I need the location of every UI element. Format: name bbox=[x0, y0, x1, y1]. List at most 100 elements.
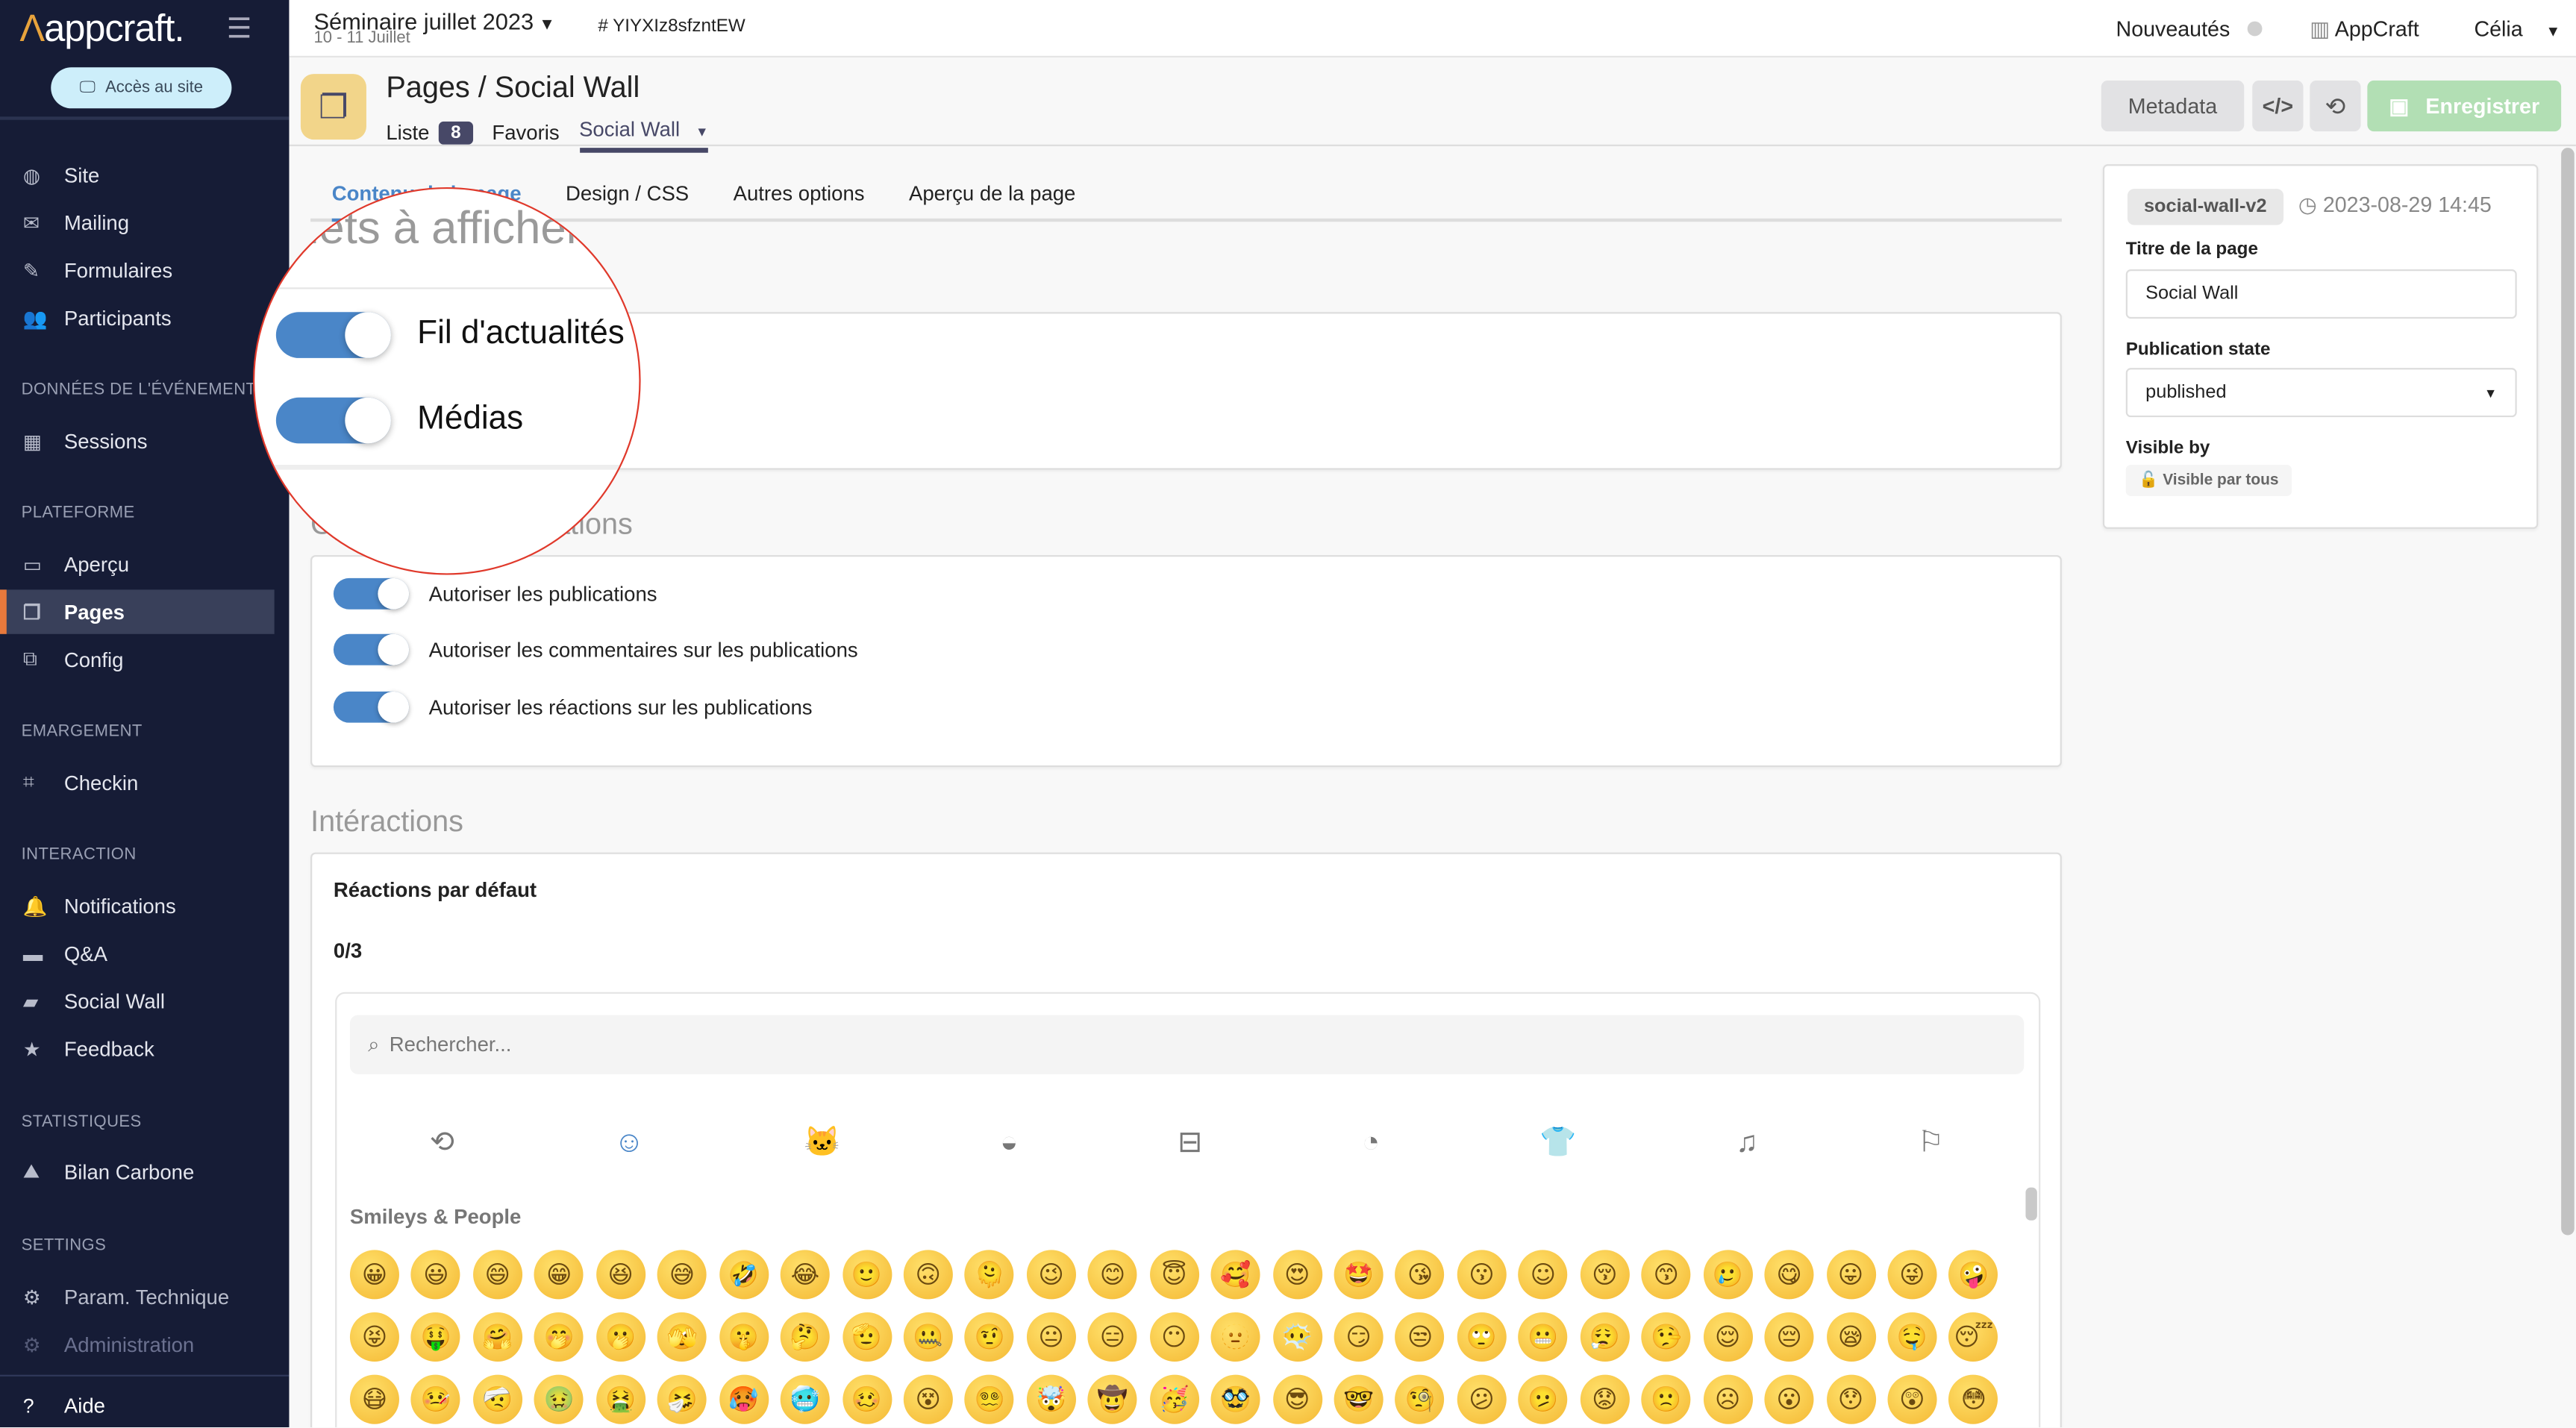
emoji-option[interactable]: 🤒 bbox=[411, 1374, 461, 1424]
emoji-option[interactable]: 😉 bbox=[1026, 1250, 1076, 1300]
emoji-option[interactable]: 🫠 bbox=[965, 1250, 1015, 1300]
page-scrollbar[interactable] bbox=[2561, 148, 2575, 1236]
emoji-option[interactable]: 😶‍🌫️ bbox=[1272, 1312, 1322, 1362]
emoji-option[interactable]: 😀 bbox=[349, 1250, 399, 1300]
emoji-option[interactable]: 😶 bbox=[1149, 1312, 1199, 1362]
emoji-option[interactable]: 😵‍💫 bbox=[965, 1374, 1015, 1424]
emoji-option[interactable]: 😝 bbox=[349, 1312, 399, 1362]
sidebar-item-sessions[interactable]: ▦ Sessions bbox=[0, 419, 275, 463]
sidebar-item-formulaires[interactable]: ✎ Formulaires bbox=[0, 248, 275, 292]
emoji-option[interactable]: 😅 bbox=[657, 1250, 707, 1300]
emoji-option[interactable]: 🤐 bbox=[903, 1312, 953, 1362]
emoji-option[interactable]: 😬 bbox=[1518, 1312, 1568, 1362]
emoji-option[interactable]: 😮‍💨 bbox=[1580, 1312, 1630, 1362]
emoji-option[interactable]: 😇 bbox=[1149, 1250, 1199, 1300]
sidebar-item-mailing[interactable]: ✉ Mailing bbox=[0, 201, 275, 245]
metadata-button[interactable]: Metadata bbox=[2101, 80, 2245, 132]
emoji-option[interactable]: 🫢 bbox=[595, 1312, 645, 1362]
emoji-option[interactable]: 🙁 bbox=[1641, 1374, 1691, 1424]
emoji-option[interactable]: 😪 bbox=[1825, 1312, 1876, 1362]
emoji-option[interactable]: 😌 bbox=[1703, 1312, 1753, 1362]
emoji-option[interactable]: 🤓 bbox=[1334, 1374, 1384, 1424]
emoji-option[interactable]: 😃 bbox=[411, 1250, 461, 1300]
emoji-option[interactable]: 🤨 bbox=[965, 1312, 1015, 1362]
emoji-option[interactable]: 😐 bbox=[1026, 1312, 1076, 1362]
emoji-option[interactable]: 🙂 bbox=[842, 1250, 892, 1300]
sidebar-item-bilan-carbone[interactable]: ⛰ Bilan Carbone bbox=[0, 1150, 275, 1194]
toggle-allow-comments[interactable] bbox=[333, 633, 410, 666]
emoji-option[interactable]: 🙃 bbox=[903, 1250, 953, 1300]
site-access-button[interactable]: 🖵 Accès au site bbox=[51, 67, 232, 109]
emoji-option[interactable]: 🤕 bbox=[472, 1374, 522, 1424]
collapse-menu-icon[interactable]: ☰ bbox=[227, 13, 252, 46]
emoji-option[interactable]: 😔 bbox=[1764, 1312, 1814, 1362]
emoji-option[interactable]: 😘 bbox=[1395, 1250, 1445, 1300]
emoji-option[interactable]: 🫥 bbox=[1210, 1312, 1260, 1362]
sidebar-item-help[interactable]: ? Aide bbox=[0, 1383, 275, 1427]
emoji-option[interactable]: 😛 bbox=[1825, 1250, 1876, 1300]
emoji-option[interactable]: 😮 bbox=[1764, 1374, 1814, 1424]
user-menu[interactable]: Célia ▼ bbox=[2474, 16, 2560, 41]
emoji-option[interactable]: 🤫 bbox=[719, 1312, 769, 1362]
clock-icon[interactable]: ⟲ bbox=[430, 1125, 454, 1159]
emoji-option[interactable]: 🤧 bbox=[657, 1374, 707, 1424]
emoji-option[interactable]: 🤣 bbox=[719, 1250, 769, 1300]
emoji-option[interactable]: 😚 bbox=[1580, 1250, 1630, 1300]
favorites-link[interactable]: Favoris bbox=[492, 121, 559, 144]
sidebar-item-config[interactable]: ⧉ Config bbox=[0, 637, 275, 681]
sidebar-item-apercu[interactable]: ▭ Aperçu bbox=[0, 542, 275, 586]
emoji-option[interactable]: 🤤 bbox=[1887, 1312, 1937, 1362]
emoji-option[interactable]: 😏 bbox=[1334, 1312, 1384, 1362]
music-icon[interactable]: ♫ bbox=[1736, 1125, 1758, 1159]
picker-scrollbar[interactable] bbox=[2025, 1187, 2037, 1221]
emoji-option[interactable]: 😎 bbox=[1272, 1374, 1322, 1424]
emoji-option[interactable]: 😗 bbox=[1457, 1250, 1507, 1300]
emoji-option[interactable]: 🤢 bbox=[534, 1374, 584, 1424]
emoji-option[interactable]: 🤯 bbox=[1026, 1374, 1076, 1424]
emoji-option[interactable]: 😲 bbox=[1887, 1374, 1937, 1424]
visibility-badge[interactable]: 🔓 Visible par tous bbox=[2125, 465, 2292, 496]
burger-icon[interactable]: ◒ bbox=[1000, 1125, 1018, 1159]
code-button[interactable]: </> bbox=[2252, 80, 2304, 132]
emoji-option[interactable]: 😜 bbox=[1887, 1250, 1937, 1300]
emoji-option[interactable]: 🤭 bbox=[534, 1312, 584, 1362]
flag-icon[interactable]: ⚐ bbox=[1918, 1125, 1945, 1159]
sidebar-item-feedback[interactable]: ★ Feedback bbox=[0, 1027, 275, 1071]
emoji-option[interactable]: 🤑 bbox=[411, 1312, 461, 1362]
emoji-option[interactable]: 🤠 bbox=[1087, 1374, 1137, 1424]
sidebar-item-checkin[interactable]: ⌗ Checkin bbox=[0, 760, 275, 804]
shirt-icon[interactable]: 👕 bbox=[1539, 1125, 1576, 1159]
emoji-option[interactable]: 😳 bbox=[1948, 1374, 1998, 1424]
emoji-option[interactable]: 🫤 bbox=[1518, 1374, 1568, 1424]
emoji-option[interactable]: 🧐 bbox=[1395, 1374, 1445, 1424]
emoji-option[interactable]: ☹ bbox=[1703, 1374, 1753, 1424]
sidebar-item-notifications[interactable]: 🔔 Notifications bbox=[0, 883, 275, 927]
emoji-option[interactable]: 😵 bbox=[903, 1374, 953, 1424]
emoji-option[interactable]: 🥳 bbox=[1149, 1374, 1199, 1424]
emoji-option[interactable]: 🤪 bbox=[1948, 1250, 1998, 1300]
page-title-input[interactable]: Social Wall bbox=[2125, 269, 2517, 319]
emoji-option[interactable]: 🫡 bbox=[842, 1312, 892, 1362]
toggle-allow-posts[interactable] bbox=[333, 577, 410, 610]
emoji-option[interactable]: 😁 bbox=[534, 1250, 584, 1300]
emoji-option[interactable]: 😂 bbox=[780, 1250, 830, 1300]
toggle-allow-reactions[interactable] bbox=[333, 691, 410, 723]
emoji-option[interactable]: 🥶 bbox=[780, 1374, 830, 1424]
emoji-option[interactable]: 😄 bbox=[472, 1250, 522, 1300]
cat-icon[interactable]: 🐱 bbox=[804, 1125, 840, 1159]
event-dropdown-icon[interactable]: ▼ bbox=[539, 16, 555, 34]
tab-autres-options[interactable]: Autres options bbox=[734, 181, 865, 219]
emoji-option[interactable]: 🥴 bbox=[842, 1374, 892, 1424]
sidebar-item-social-wall[interactable]: ▰ Social Wall bbox=[0, 979, 275, 1023]
appcraft-logo[interactable]: Λappcraft. bbox=[19, 7, 184, 51]
emoji-option[interactable]: 🫣 bbox=[657, 1312, 707, 1362]
ball-icon[interactable]: ◔ bbox=[1362, 1125, 1380, 1159]
emoji-option[interactable]: 🤮 bbox=[595, 1374, 645, 1424]
emoji-option[interactable]: ☺ bbox=[1518, 1250, 1568, 1300]
organization-link[interactable]: ▥ AppCraft bbox=[2310, 16, 2419, 43]
emoji-option[interactable]: 🤩 bbox=[1334, 1250, 1384, 1300]
current-page-dropdown[interactable]: Social Wall ▼ bbox=[579, 119, 709, 153]
smiley-icon[interactable]: ☺ bbox=[614, 1125, 644, 1159]
emoji-option[interactable]: 🥸 bbox=[1210, 1374, 1260, 1424]
sidebar-item-pages[interactable]: ❐ Pages bbox=[0, 589, 275, 634]
